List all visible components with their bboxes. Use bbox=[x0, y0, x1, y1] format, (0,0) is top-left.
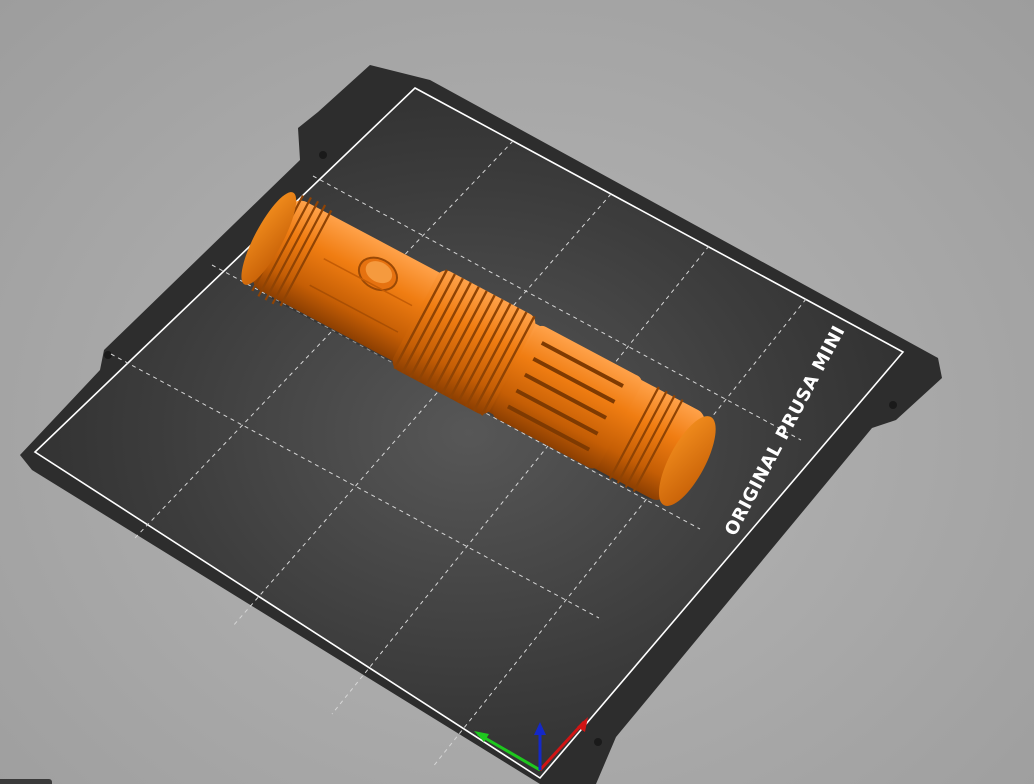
bed-mount-hole bbox=[319, 151, 327, 159]
bed-mount-hole bbox=[104, 351, 112, 359]
bed-mount-hole bbox=[889, 401, 897, 409]
collapse-sidebar-tab[interactable] bbox=[0, 779, 52, 784]
print-bed-scene[interactable]: ORIGINAL PRUSA MINI bbox=[0, 0, 1034, 784]
bed-mount-hole bbox=[594, 738, 602, 746]
3d-viewport[interactable]: ORIGINAL PRUSA MINI bbox=[0, 0, 1034, 784]
